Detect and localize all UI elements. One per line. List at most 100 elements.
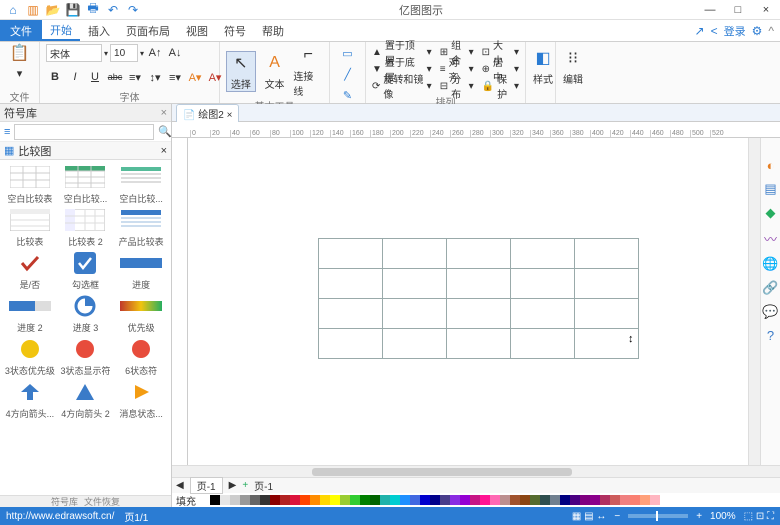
shape-line-icon[interactable]: ╱ — [339, 65, 357, 83]
shape-item[interactable]: 进度 3 — [58, 293, 114, 334]
tab-symbol[interactable]: 符号 — [216, 20, 254, 41]
shape-item[interactable]: 空白比较... — [58, 164, 114, 205]
shape-item[interactable]: 空白比较表 — [2, 164, 58, 205]
color-swatch[interactable] — [300, 495, 310, 505]
add-page-icon[interactable]: + — [242, 480, 248, 491]
shape-item[interactable]: 进度 2 — [2, 293, 58, 334]
color-swatch[interactable] — [310, 495, 320, 505]
maximize-button[interactable]: □ — [724, 4, 752, 16]
copy-icon[interactable]: ▾ — [11, 64, 29, 82]
redo-icon[interactable]: ↷ — [126, 3, 140, 17]
share-icon[interactable]: < — [711, 24, 718, 38]
styles-button[interactable]: ◧样式 — [532, 47, 554, 86]
comparison-table[interactable] — [318, 238, 639, 359]
color-swatch[interactable] — [440, 495, 450, 505]
page-tab-prev[interactable]: 页-1 — [190, 477, 223, 494]
shape-item[interactable]: 3状态显示符 — [58, 336, 114, 377]
color-swatch[interactable] — [490, 495, 500, 505]
color-swatch[interactable] — [430, 495, 440, 505]
tab-start[interactable]: 开始 — [42, 20, 80, 41]
horizontal-scrollbar[interactable] — [172, 465, 780, 477]
vertical-scrollbar[interactable] — [748, 138, 760, 465]
connector-tool[interactable]: ⌐ 连接线 — [293, 44, 323, 98]
close-button[interactable]: × — [752, 4, 780, 16]
shape-item[interactable]: 4方向箭头... — [2, 379, 58, 420]
close-category-icon[interactable]: × — [161, 145, 167, 157]
link-icon[interactable]: 🔗 — [762, 280, 778, 296]
color-swatch[interactable] — [570, 495, 580, 505]
color-swatch[interactable] — [370, 495, 380, 505]
color-swatch[interactable] — [250, 495, 260, 505]
color-swatch[interactable] — [500, 495, 510, 505]
color-swatch[interactable] — [530, 495, 540, 505]
edit-button[interactable]: ⁝⁝编辑 — [562, 47, 584, 86]
library-menu-icon[interactable]: ≡ — [4, 126, 10, 138]
color-swatch[interactable] — [280, 495, 290, 505]
color-swatch[interactable] — [560, 495, 570, 505]
home-icon[interactable]: ⌂ — [6, 3, 20, 17]
fill-icon[interactable]: ◆ — [766, 205, 776, 221]
color-swatch[interactable] — [510, 495, 520, 505]
tab-pagelayout[interactable]: 页面布局 — [118, 20, 178, 41]
color-swatch[interactable] — [460, 495, 470, 505]
fit-icon[interactable]: ⬚ ⊡ ⛶ — [744, 511, 774, 522]
color-swatch[interactable] — [200, 495, 210, 505]
color-swatch[interactable] — [350, 495, 360, 505]
text-tool[interactable]: A 文本 — [260, 52, 290, 91]
color-swatch[interactable] — [450, 495, 460, 505]
shape-rect-icon[interactable]: ▭ — [339, 44, 357, 62]
distribute-button[interactable]: ⊟ 分布 ▾ — [440, 78, 474, 94]
color-swatch[interactable] — [320, 495, 330, 505]
print-icon[interactable]: 🖶 — [86, 3, 100, 17]
color-swatch[interactable] — [620, 495, 630, 505]
color-swatch[interactable] — [380, 495, 390, 505]
strike-button[interactable]: abc — [106, 68, 124, 86]
layers-icon[interactable]: ▤ — [764, 181, 776, 197]
color-swatch[interactable] — [360, 495, 370, 505]
color-swatch[interactable] — [540, 495, 550, 505]
decrease-font-icon[interactable]: A↓ — [166, 44, 184, 62]
color-swatch[interactable] — [650, 495, 660, 505]
color-swatch[interactable] — [410, 495, 420, 505]
zoom-out-icon[interactable]: − — [614, 511, 620, 522]
shape-item[interactable]: 比较表 — [2, 207, 58, 248]
tab-insert[interactable]: 插入 — [80, 20, 118, 41]
color-swatch[interactable] — [420, 495, 430, 505]
select-tool[interactable]: ↖ 选择 — [226, 51, 256, 92]
color-swatch[interactable] — [270, 495, 280, 505]
shape-item[interactable]: 4方向箭头 2 — [58, 379, 114, 420]
theme-icon[interactable]: ◐ — [767, 158, 775, 173]
color-swatch[interactable] — [480, 495, 490, 505]
lock-button[interactable]: 🔒 保护 ▾ — [482, 78, 519, 94]
color-swatch[interactable] — [390, 495, 400, 505]
color-swatch[interactable] — [230, 495, 240, 505]
shape-item[interactable]: 消息状态... — [113, 379, 169, 420]
shape-pen-icon[interactable]: ✎ — [339, 86, 357, 104]
color-swatch[interactable] — [400, 495, 410, 505]
shape-item[interactable]: 空白比较... — [113, 164, 169, 205]
shape-item[interactable]: 6状态符 — [113, 336, 169, 377]
settings-icon[interactable]: ⚙ — [752, 24, 763, 38]
bold-button[interactable]: B — [46, 68, 64, 86]
color-swatch[interactable] — [550, 495, 560, 505]
color-swatch[interactable] — [330, 495, 340, 505]
bullets-icon[interactable]: ≡▾ — [126, 68, 144, 86]
paste-icon[interactable]: 📋 — [11, 44, 29, 62]
new-icon[interactable]: ▥ — [26, 3, 40, 17]
shape-item[interactable]: 比较表 2 — [58, 207, 114, 248]
globe-icon[interactable]: 🌐 — [762, 256, 778, 272]
shape-item[interactable]: 产品比较表 — [113, 207, 169, 248]
view-mode-icon[interactable]: ▦ ▤ ↔ — [572, 511, 606, 522]
page-nav-right[interactable]: ▶ — [229, 480, 237, 491]
undo-icon[interactable]: ↶ — [106, 3, 120, 17]
search-icon[interactable]: 🔍 — [158, 125, 172, 138]
doc-tab[interactable]: 📄 绘图2 × — [176, 104, 239, 122]
shape-item[interactable]: 优先级 — [113, 293, 169, 334]
color-swatch[interactable] — [520, 495, 530, 505]
color-swatch[interactable] — [470, 495, 480, 505]
export-icon[interactable]: ↗ — [695, 24, 705, 38]
color-swatch[interactable] — [260, 495, 270, 505]
login-link[interactable]: 登录 — [724, 23, 746, 39]
page-nav-left[interactable]: ◀ — [176, 480, 184, 491]
page-tab-current[interactable]: 页-1 — [254, 478, 273, 493]
